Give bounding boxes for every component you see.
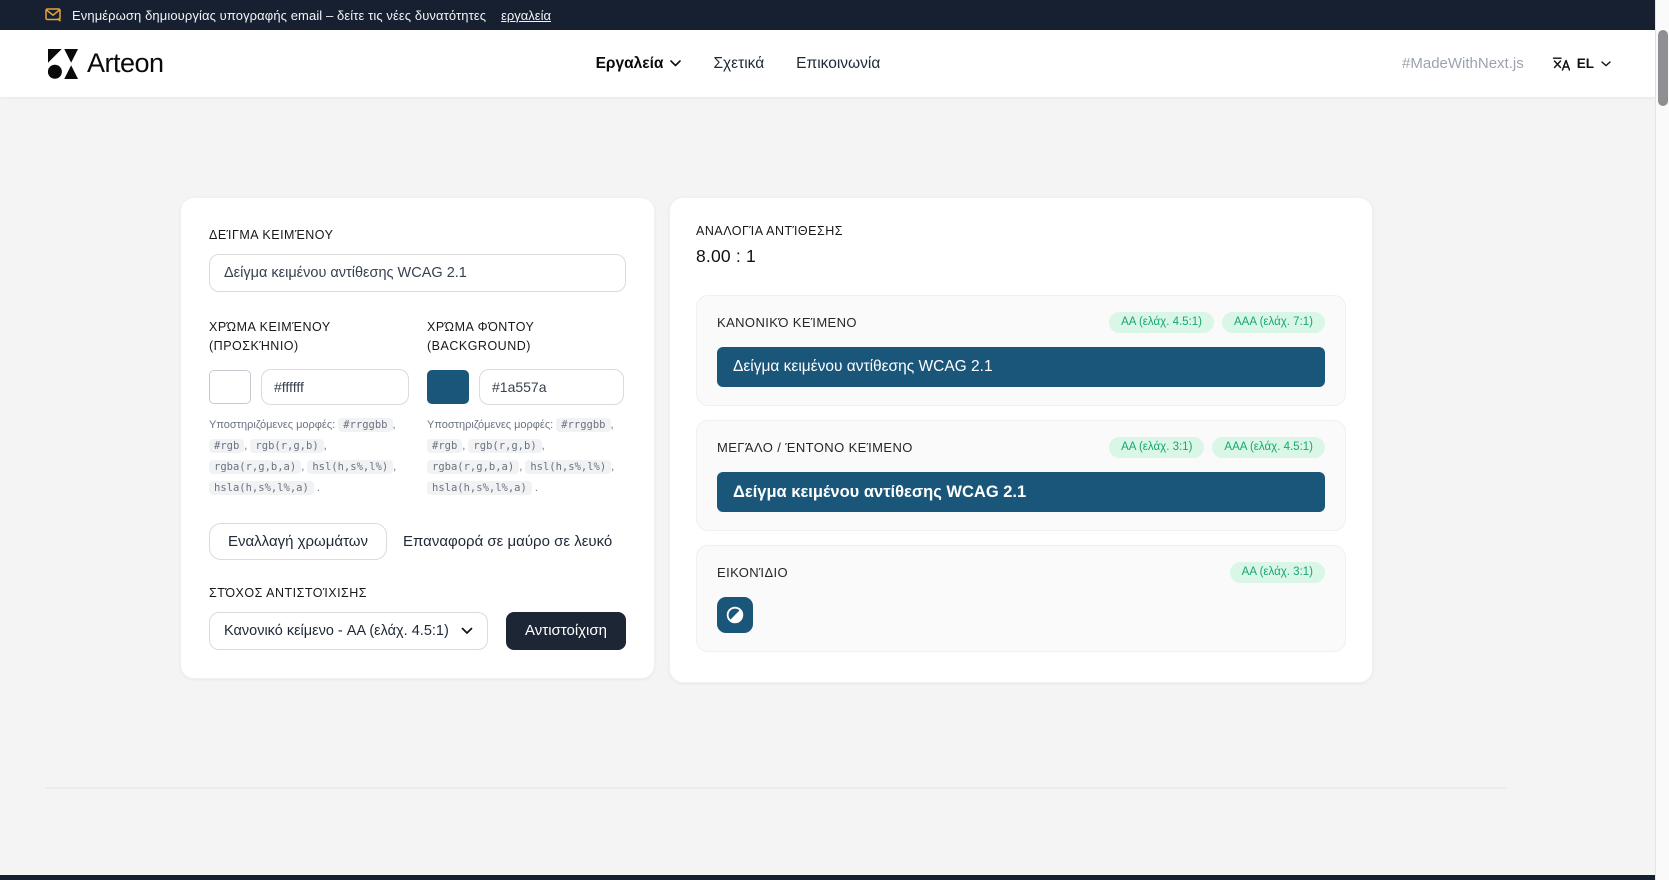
result-row-title: ΚΑΝΟΝΙΚΌ ΚΕΊΜΕΝΟ xyxy=(717,315,857,330)
arteon-logo-icon xyxy=(48,49,78,79)
supported-formats-text: Υποστηριζόμενες μορφές: #rrggbb #rgb rgb… xyxy=(209,415,409,499)
chevron-down-icon xyxy=(1601,61,1611,67)
footer-divider xyxy=(45,787,1507,789)
bg-color-hex-input[interactable] xyxy=(479,369,624,405)
page: Ενημέρωση δημιουργίας υπογραφής email – … xyxy=(0,0,1669,880)
translate-icon xyxy=(1552,56,1570,71)
email-update-icon xyxy=(45,8,62,22)
text-color-label: ΧΡΏΜΑ ΚΕΙΜΈΝΟΥ (ΠΡΟΣΚΉΝΙΟ) xyxy=(209,318,409,357)
sample-text-input[interactable] xyxy=(209,254,626,292)
aa-pass-badge: AA (ελάχ. 3:1) xyxy=(1230,562,1325,583)
text-color-swatch[interactable] xyxy=(209,370,251,404)
contrast-ratio-value: 8.00 : 1 xyxy=(696,246,1346,267)
contrast-icon xyxy=(724,604,746,626)
contrast-results-card: ΑΝΑΛΟΓΊΑ ΑΝΤΊΘΕΣΗΣ 8.00 : 1 ΚΑΝΟΝΙΚΌ ΚΕΊ… xyxy=(669,197,1373,683)
made-with-badge: #MadeWithNext.js xyxy=(1402,55,1524,72)
result-row-large-text: ΜΕΓΆΛΟ / ΈΝΤΟΝΟ ΚΕΊΜΕΝΟ AA (ελάχ. 3:1) A… xyxy=(696,420,1346,531)
language-switcher[interactable]: EL xyxy=(1552,56,1611,71)
text-color-section: ΧΡΏΜΑ ΚΕΙΜΈΝΟΥ (ΠΡΟΣΚΉΝΙΟ) Υποστηριζόμεν… xyxy=(209,318,409,499)
aa-pass-badge: AA (ελάχ. 4.5:1) xyxy=(1109,312,1214,333)
brand-name: Arteon xyxy=(87,48,164,79)
contrast-controls-card: ΔΕΊΓΜΑ ΚΕΙΜΈΝΟΥ ΧΡΏΜΑ ΚΕΙΜΈΝΟΥ (ΠΡΟΣΚΉΝΙ… xyxy=(180,197,655,679)
scrollbar-track[interactable] xyxy=(1655,0,1669,880)
chevron-down-icon xyxy=(670,60,681,67)
announcement-banner: Ενημέρωση δημιουργίας υπογραφής email – … xyxy=(0,0,1655,30)
footer-top-edge xyxy=(0,875,1655,880)
site-header: Arteon Εργαλεία Σχετικά Επικοινωνία #Mad… xyxy=(0,30,1655,97)
bg-color-section: ΧΡΏΜΑ ΦΌΝΤΟΥ (BACKGROUND) Υποστηριζόμενε… xyxy=(427,318,624,499)
bg-color-swatch[interactable] xyxy=(427,370,469,404)
match-target-selected-value: Κανονικό κείμενο - AA (ελάχ. 4.5:1) xyxy=(224,623,449,639)
nav-item-contact[interactable]: Επικοινωνία xyxy=(796,55,880,73)
aaa-pass-badge: AAA (ελάχ. 4.5:1) xyxy=(1212,437,1325,458)
result-row-icon: ΕΙΚΟΝΊΔΙΟ AA (ελάχ. 3:1) xyxy=(696,545,1346,652)
sample-text-label: ΔΕΊΓΜΑ ΚΕΙΜΈΝΟΥ xyxy=(209,228,333,242)
result-row-title: ΕΙΚΟΝΊΔΙΟ xyxy=(717,565,788,580)
normal-text-preview: Δείγμα κειμένου αντίθεσης WCAG 2.1 xyxy=(717,347,1325,387)
bg-color-label: ΧΡΏΜΑ ΦΌΝΤΟΥ (BACKGROUND) xyxy=(427,318,624,357)
nav-item-about[interactable]: Σχετικά xyxy=(713,55,764,73)
reset-black-white-button[interactable]: Επαναφορά σε μαύρο σε λευκό xyxy=(393,524,622,559)
text-color-hex-input[interactable] xyxy=(261,369,409,405)
large-text-preview: Δείγμα κειμένου αντίθεσης WCAG 2.1 xyxy=(717,472,1325,512)
main-nav: Εργαλεία Σχετικά Επικοινωνία xyxy=(596,55,881,73)
scrollbar-thumb[interactable] xyxy=(1658,30,1668,106)
match-button[interactable]: Αντιστοίχιση xyxy=(506,612,626,650)
brand-logo[interactable]: Arteon xyxy=(48,48,164,79)
result-row-normal-text: ΚΑΝΟΝΙΚΌ ΚΕΊΜΕΝΟ AA (ελάχ. 4.5:1) AAA (ε… xyxy=(696,295,1346,406)
header-right: #MadeWithNext.js EL xyxy=(1402,55,1611,72)
chevron-down-icon xyxy=(461,627,473,635)
supported-formats-text: Υποστηριζόμενες μορφές: #rrggbb #rgb rgb… xyxy=(427,415,624,499)
aaa-pass-badge: AAA (ελάχ. 7:1) xyxy=(1222,312,1325,333)
icon-preview-tile xyxy=(717,597,753,633)
result-row-title: ΜΕΓΆΛΟ / ΈΝΤΟΝΟ ΚΕΊΜΕΝΟ xyxy=(717,440,913,455)
language-code: EL xyxy=(1577,56,1594,71)
swap-colors-button[interactable]: Εναλλαγή χρωμάτων xyxy=(209,523,387,560)
aa-pass-badge: AA (ελάχ. 3:1) xyxy=(1109,437,1204,458)
banner-message: Ενημέρωση δημιουργίας υπογραφής email – … xyxy=(72,8,486,23)
banner-tools-link[interactable]: εργαλεία xyxy=(501,8,551,23)
match-target-label: ΣΤΌΧΟΣ ΑΝΤΙΣΤΟΊΧΙΣΗΣ xyxy=(209,586,626,600)
main-content: ΔΕΊΓΜΑ ΚΕΙΜΈΝΟΥ ΧΡΏΜΑ ΚΕΙΜΈΝΟΥ (ΠΡΟΣΚΉΝΙ… xyxy=(0,97,1669,789)
contrast-ratio-heading: ΑΝΑΛΟΓΊΑ ΑΝΤΊΘΕΣΗΣ xyxy=(696,224,1346,238)
nav-item-tools[interactable]: Εργαλεία xyxy=(596,55,682,73)
match-target-select[interactable]: Κανονικό κείμενο - AA (ελάχ. 4.5:1) xyxy=(209,612,488,650)
